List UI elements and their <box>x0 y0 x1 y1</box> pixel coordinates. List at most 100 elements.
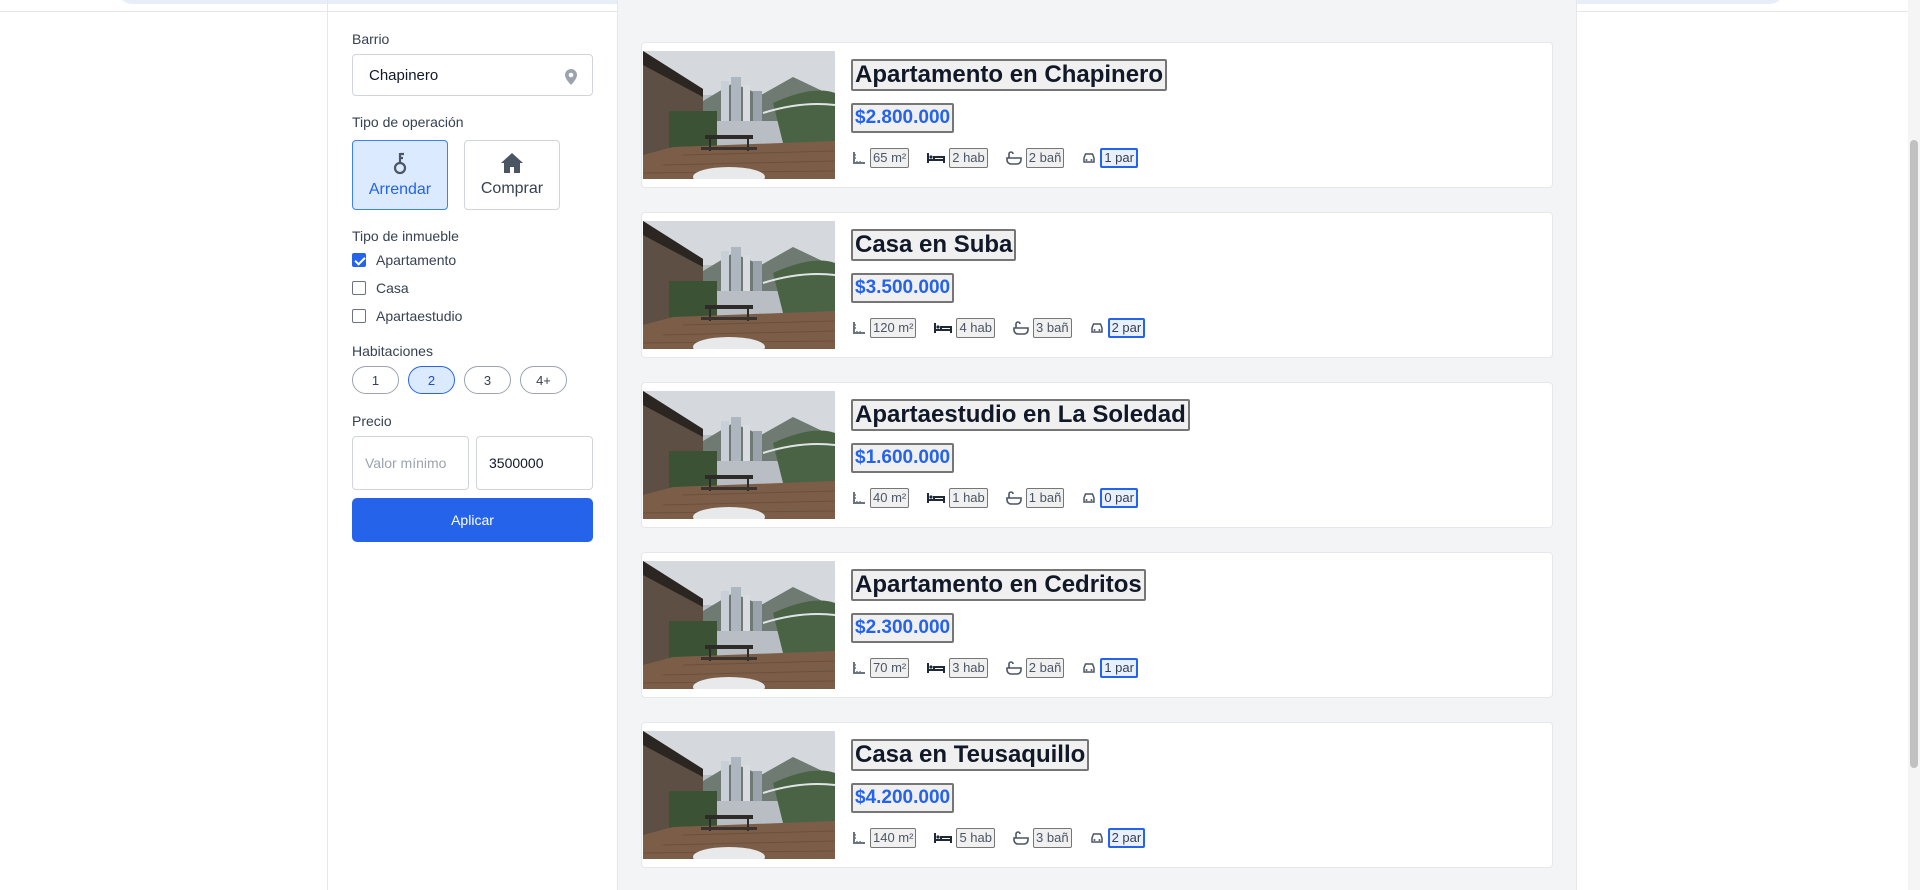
parking-value: 1 par <box>1100 148 1138 168</box>
casa-checkbox[interactable] <box>352 281 366 295</box>
listing-title[interactable]: Apartamento en Chapinero <box>851 59 1168 91</box>
ruler-icon <box>853 152 865 164</box>
listing-photo[interactable] <box>643 561 835 689</box>
barrio-value: Chapinero <box>369 66 439 84</box>
property-type-casa[interactable]: Casa <box>352 280 409 296</box>
key-icon <box>393 152 407 175</box>
area-value: 140 m² <box>870 828 917 848</box>
rooms-option-2[interactable]: 2 <box>408 366 455 394</box>
price-min-input[interactable]: Valor mínimo <box>352 436 469 490</box>
rooftop-terrace-image <box>643 561 835 689</box>
area-value: 120 m² <box>870 318 917 338</box>
apartamento-checkbox[interactable] <box>352 253 366 267</box>
bathtub-icon <box>1005 491 1022 505</box>
bathtub-icon <box>1005 661 1022 675</box>
listing-card[interactable]: Apartamento en Cedritos $2.300.000 70 m²… <box>641 552 1553 698</box>
beds-value: 3 hab <box>949 658 988 678</box>
parking-feature: 1 par <box>1082 658 1138 678</box>
listing-card[interactable]: Apartaestudio en La Soledad $1.600.000 4… <box>641 382 1553 528</box>
rooms-option-1[interactable]: 1 <box>352 366 399 394</box>
parking-feature: 2 par <box>1090 318 1146 338</box>
baths-feature: 2 bañ <box>1005 658 1065 678</box>
property-type-label: Tipo de inmueble <box>352 228 459 244</box>
listing-features: 65 m² 2 hab 2 bañ 1 par <box>852 147 1156 169</box>
car-icon <box>1083 663 1096 673</box>
beds-feature: 3 hab <box>927 658 988 678</box>
rooms-label: Habitaciones <box>352 343 433 359</box>
car-icon <box>1090 323 1103 333</box>
listing-title[interactable]: Casa en Teusaquillo <box>851 739 1090 771</box>
baths-value: 1 bañ <box>1025 488 1065 508</box>
beds-value: 4 hab <box>956 318 996 338</box>
rooftop-terrace-image <box>643 391 835 519</box>
rooms-option-3[interactable]: 3 <box>464 366 511 394</box>
price-max-value: 3500000 <box>489 455 544 471</box>
baths-value: 3 bañ <box>1033 828 1072 848</box>
operation-comprar-button[interactable]: Comprar <box>464 140 560 210</box>
beds-value: 5 hab <box>956 828 996 848</box>
bed-icon <box>927 153 946 163</box>
baths-value: 2 bañ <box>1025 658 1065 678</box>
listing-card[interactable]: Apartamento en Chapinero $2.800.000 65 m… <box>641 42 1553 188</box>
scrollbar-thumb[interactable] <box>1910 140 1918 768</box>
area-feature: 140 m² <box>852 828 917 848</box>
listing-photo[interactable] <box>643 221 835 349</box>
rooms-option-4plus[interactable]: 4+ <box>520 366 567 394</box>
bed-icon <box>927 663 946 673</box>
listing-card[interactable]: Casa en Teusaquillo $4.200.000 140 m² 5 … <box>641 722 1553 868</box>
car-icon <box>1083 493 1096 503</box>
beds-value: 2 hab <box>949 148 988 168</box>
area-feature: 120 m² <box>852 318 917 338</box>
listing-features: 140 m² 5 hab 3 bañ 2 par <box>852 827 1163 849</box>
page-scrollbar[interactable] <box>1908 0 1920 890</box>
listing-title[interactable]: Apartaestudio en La Soledad <box>851 399 1190 431</box>
ruler-icon <box>853 662 865 674</box>
listing-features: 40 m² 1 hab 1 bañ 0 par <box>852 487 1156 509</box>
listing-features: 70 m² 3 hab 2 bañ 1 par <box>852 657 1156 679</box>
baths-value: 3 bañ <box>1033 318 1072 338</box>
apartaestudio-checkbox[interactable] <box>352 309 366 323</box>
listing-title[interactable]: Apartamento en Cedritos <box>851 569 1146 601</box>
price-max-input[interactable]: 3500000 <box>476 436 593 490</box>
casa-label: Casa <box>376 280 409 296</box>
area-feature: 70 m² <box>852 658 910 678</box>
bed-icon <box>927 493 946 503</box>
barrio-label: Barrio <box>352 31 390 47</box>
property-type-apartamento[interactable]: Apartamento <box>352 252 456 268</box>
beds-feature: 1 hab <box>927 488 988 508</box>
area-feature: 40 m² <box>852 488 910 508</box>
parking-value: 2 par <box>1107 828 1146 848</box>
apartaestudio-label: Apartaestudio <box>376 308 463 324</box>
barrio-input[interactable]: Chapinero <box>352 54 593 96</box>
area-value: 70 m² <box>870 658 910 678</box>
rooftop-terrace-image <box>643 731 835 859</box>
rooftop-terrace-image <box>643 51 835 179</box>
listing-photo[interactable] <box>643 731 835 859</box>
baths-value: 2 bañ <box>1025 148 1065 168</box>
bathtub-icon <box>1005 151 1022 165</box>
location-pin-icon <box>565 69 577 85</box>
parking-value: 0 par <box>1100 488 1138 508</box>
property-type-apartaestudio[interactable]: Apartaestudio <box>352 308 462 324</box>
listing-price: $4.200.000 <box>851 783 955 813</box>
listing-photo[interactable] <box>643 391 835 519</box>
operation-arrendar-label: Arrendar <box>368 181 432 198</box>
ruler-icon <box>853 832 865 844</box>
listing-features: 120 m² 4 hab 3 bañ 2 par <box>852 317 1163 339</box>
listing-price: $1.600.000 <box>851 443 955 473</box>
bathtub-icon <box>1013 321 1029 335</box>
rooftop-terrace-image <box>643 221 835 349</box>
listing-photo[interactable] <box>643 51 835 179</box>
beds-feature: 2 hab <box>927 148 988 168</box>
parking-feature: 2 par <box>1090 828 1146 848</box>
operation-arrendar-button[interactable]: Arrendar <box>352 140 448 210</box>
listing-card[interactable]: Casa en Suba $3.500.000 120 m² 4 hab 3 b… <box>641 212 1553 358</box>
baths-feature: 3 bañ <box>1013 318 1072 338</box>
bathtub-icon <box>1013 831 1029 845</box>
listing-price: $2.300.000 <box>851 613 955 643</box>
parking-feature: 0 par <box>1082 488 1138 508</box>
listing-title[interactable]: Casa en Suba <box>851 229 1017 261</box>
apply-button[interactable]: Aplicar <box>352 498 593 542</box>
car-icon <box>1083 153 1096 163</box>
sidebar-divider <box>327 0 328 890</box>
